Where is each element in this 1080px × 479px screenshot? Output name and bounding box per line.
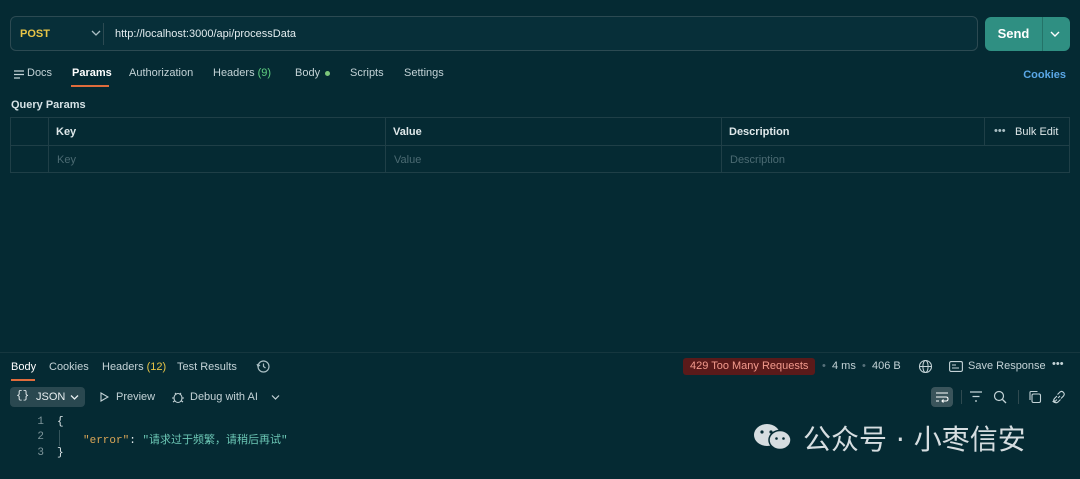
column-header-description: Description — [729, 126, 790, 138]
search-icon[interactable] — [993, 390, 1007, 404]
description-input[interactable]: Description — [730, 154, 785, 166]
play-icon — [100, 392, 109, 402]
json-value: "请求过于频繁，请稍后再试" — [142, 435, 288, 447]
tab-docs-label: Docs — [27, 67, 53, 79]
response-headers-count-badge: (12) — [146, 361, 167, 373]
history-icon[interactable] — [256, 359, 271, 374]
response-tab-test-results[interactable]: Test Results — [177, 361, 237, 373]
save-response-icon — [949, 361, 963, 372]
query-params-title: Query Params — [11, 99, 86, 111]
wrap-lines-button[interactable] — [931, 387, 953, 407]
format-select-label: JSON — [36, 391, 66, 403]
active-tab-indicator — [71, 85, 109, 87]
meta-separator: • — [822, 360, 826, 372]
json-close-brace: } — [57, 447, 64, 459]
globe-icon[interactable] — [918, 359, 933, 374]
send-button-group: Send — [985, 17, 1070, 51]
status-badge: 429 Too Many Requests — [683, 358, 816, 375]
line-number: 1 — [37, 416, 44, 428]
filter-icon[interactable] — [969, 391, 983, 402]
send-options-chevron-icon[interactable] — [1049, 28, 1061, 40]
divider — [1018, 390, 1019, 404]
chevron-down-icon — [70, 394, 79, 401]
body-indicator-dot — [325, 70, 331, 76]
cookies-link[interactable]: Cookies — [1023, 69, 1066, 81]
response-time: 4 ms — [832, 360, 856, 372]
tab-body[interactable]: Body — [295, 67, 331, 79]
wechat-icon — [752, 422, 794, 452]
tab-headers[interactable]: Headers (9) — [213, 67, 271, 79]
column-divider — [48, 118, 49, 172]
row-divider — [11, 145, 1069, 146]
copy-icon[interactable] — [1028, 390, 1042, 404]
link-icon[interactable] — [1052, 390, 1066, 404]
line-number: 2 — [37, 431, 44, 443]
tab-scripts[interactable]: Scripts — [350, 67, 384, 79]
column-divider — [385, 118, 386, 172]
wrap-icon — [935, 391, 949, 403]
indent-guide — [59, 430, 60, 446]
response-tab-body[interactable]: Body — [11, 361, 36, 373]
json-colon: : — [129, 435, 136, 447]
method-select[interactable]: POST — [20, 28, 50, 40]
tab-body-label: Body — [295, 67, 321, 79]
response-size: 406 B — [872, 360, 901, 372]
chevron-down-icon[interactable] — [91, 29, 101, 37]
divider — [961, 390, 962, 404]
save-response-button[interactable]: Save Response — [968, 360, 1046, 372]
braces-icon: {} — [16, 390, 30, 402]
url-bar: POST http://localhost:3000/api/processDa… — [10, 16, 978, 51]
params-table: Key Value Description ••• Bulk Edit Key … — [10, 117, 1070, 173]
tab-params[interactable]: Params — [72, 67, 112, 79]
divider — [1042, 17, 1043, 51]
column-divider — [984, 118, 985, 145]
json-open-brace: { — [57, 416, 64, 428]
key-input[interactable]: Key — [57, 154, 76, 166]
format-select[interactable]: {} JSON — [10, 387, 85, 407]
tab-headers-label: Headers — [213, 67, 255, 79]
divider — [103, 23, 104, 45]
bulk-edit-button[interactable]: Bulk Edit — [1015, 126, 1058, 138]
response-tab-cookies[interactable]: Cookies — [49, 361, 89, 373]
value-input[interactable]: Value — [394, 154, 421, 166]
column-divider — [721, 118, 722, 172]
preview-button[interactable]: Preview — [116, 391, 155, 403]
column-header-value: Value — [393, 126, 422, 138]
column-header-key: Key — [56, 126, 77, 138]
more-options-icon[interactable]: ••• — [1052, 358, 1064, 370]
response-divider — [0, 352, 1080, 353]
debug-with-ai-button[interactable]: Debug with AI — [190, 391, 258, 403]
response-tab-headers[interactable]: Headers (12) — [102, 361, 166, 373]
ai-debug-icon — [171, 390, 185, 404]
active-tab-indicator — [11, 379, 35, 381]
json-line: "error": "请求过于频繁，请稍后再试" — [83, 431, 288, 447]
headers-count-badge: (9) — [257, 67, 272, 79]
more-options-icon[interactable]: ••• — [994, 125, 1006, 137]
chevron-down-icon[interactable] — [271, 394, 280, 401]
json-key: "error" — [83, 435, 130, 447]
tab-authorization[interactable]: Authorization — [129, 67, 193, 79]
tab-settings[interactable]: Settings — [404, 67, 444, 79]
docs-icon — [14, 70, 24, 79]
tab-docs[interactable]: Docs — [14, 67, 52, 79]
url-input[interactable]: http://localhost:3000/api/processData — [115, 28, 296, 40]
response-tab-headers-label: Headers — [102, 361, 144, 373]
send-button[interactable]: Send — [985, 17, 1042, 51]
line-number: 3 — [37, 447, 44, 459]
watermark-text: 公众号 · 小枣信安 — [803, 423, 1026, 456]
meta-separator: • — [862, 360, 866, 372]
